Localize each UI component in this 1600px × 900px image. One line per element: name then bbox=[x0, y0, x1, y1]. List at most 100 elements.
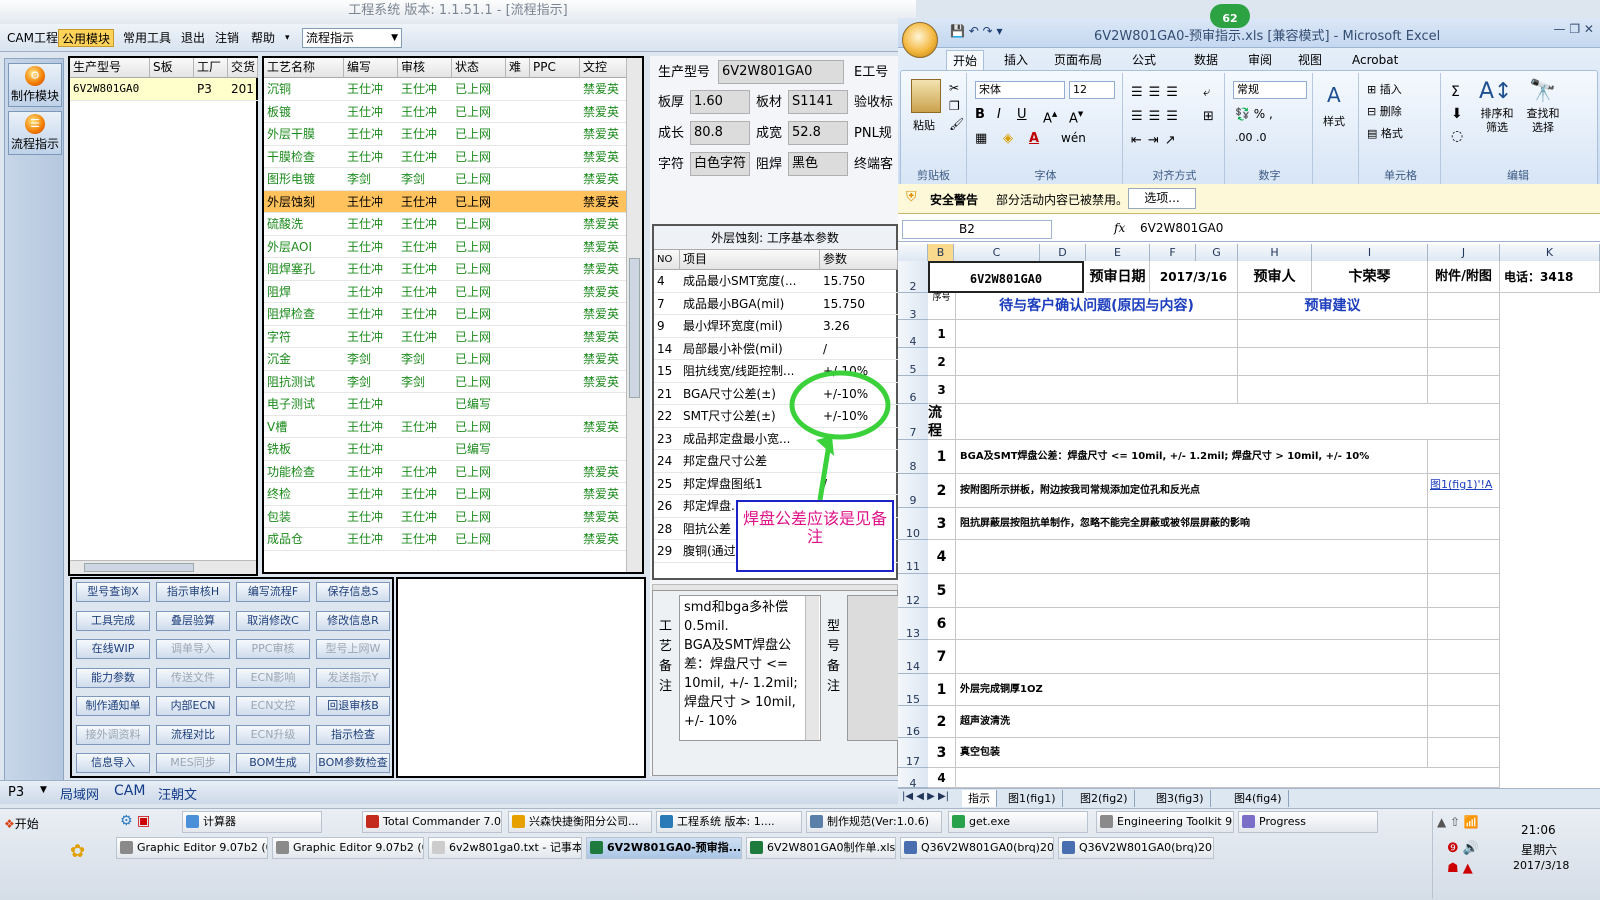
col-factory[interactable]: 工厂 bbox=[194, 58, 228, 78]
process-row[interactable]: V槽 王仕冲 王仕冲 已上网 禁爱英 bbox=[264, 416, 628, 438]
cell-number[interactable]: 4 bbox=[928, 768, 956, 788]
param-row[interactable]: 7 成品最小BGA(mil) 15.750 bbox=[654, 293, 898, 315]
taskbar-item[interactable]: 6v2w801ga0.txt - 记事本 bbox=[428, 837, 582, 859]
taskbar-item[interactable]: 兴森快捷衡阳分公司... bbox=[508, 811, 652, 833]
cell-number[interactable]: 4 bbox=[928, 540, 956, 574]
process-row[interactable]: 铣板 王仕冲 已编写 bbox=[264, 438, 628, 461]
styles-label[interactable]: 样式 bbox=[1323, 113, 1345, 129]
cell-number[interactable]: 2 bbox=[928, 706, 956, 738]
cell-empty[interactable] bbox=[1428, 348, 1500, 376]
number-format-select[interactable]: 常规 bbox=[1233, 81, 1307, 99]
row-header[interactable]: 14 bbox=[898, 640, 928, 674]
tray-icons-2[interactable]: ❾ 🔊 bbox=[1447, 841, 1479, 856]
param-row[interactable]: 4 成品最小SMT宽度(... 15.750 bbox=[654, 270, 898, 293]
ribbon-tab[interactable]: 审阅 bbox=[1242, 50, 1278, 70]
cell-advice[interactable] bbox=[1238, 320, 1428, 348]
column-header[interactable]: B bbox=[928, 244, 954, 261]
action-button[interactable]: 工具完成 bbox=[76, 610, 150, 631]
alignment-icons[interactable]: ☰☰☰ ☰☰☰ ⇤⇥↗ bbox=[1131, 81, 1184, 153]
process-row[interactable]: 阻焊塞孔 王仕冲 王仕冲 已上网 禁爱英 bbox=[264, 258, 628, 281]
wid-field[interactable]: 52.8 bbox=[788, 121, 848, 145]
cell-issue[interactable] bbox=[956, 348, 1238, 376]
column-header[interactable]: J bbox=[1428, 244, 1500, 261]
process-row[interactable]: 外层干膜 王仕冲 王仕冲 已上网 禁爱英 bbox=[264, 123, 628, 146]
underline-icon[interactable]: U bbox=[1017, 107, 1027, 122]
status-site[interactable]: P3 bbox=[8, 785, 24, 800]
taskbar-item[interactable]: Graphic Editor 9.07b2 (0... bbox=[272, 837, 424, 859]
cell-link[interactable] bbox=[1428, 508, 1500, 540]
row-header[interactable]: 17 bbox=[898, 738, 928, 768]
row-header[interactable]: 13 bbox=[898, 608, 928, 640]
fill-color-icon[interactable]: ◈ bbox=[1003, 131, 1013, 146]
cell-attach[interactable]: 附件/附图 bbox=[1428, 261, 1500, 293]
cell-flow-label[interactable]: 流程 bbox=[928, 404, 956, 440]
format-cells-button[interactable]: ▤ 格式 bbox=[1367, 125, 1403, 141]
process-row[interactable]: 外层蚀刻 王仕冲 王仕冲 已上网 禁爱英 bbox=[264, 190, 628, 213]
menu-public-module[interactable]: 公用模块 bbox=[58, 29, 115, 47]
job-row[interactable]: 6V2W801GA0 P3 201 bbox=[70, 78, 258, 101]
ribbon-tab[interactable]: 开始 bbox=[946, 50, 985, 70]
action-button[interactable]: 指示检查 bbox=[316, 724, 390, 745]
action-button[interactable]: 修改信息R bbox=[316, 610, 390, 631]
font-color-icon[interactable]: A bbox=[1029, 131, 1039, 146]
taskbar-item[interactable]: 工程系统 版本: 1.... bbox=[656, 811, 802, 833]
action-button[interactable]: 发送指示Y bbox=[316, 667, 390, 688]
ribbon-tab[interactable]: 数据 bbox=[1188, 50, 1224, 70]
action-button[interactable]: 取消修改C bbox=[236, 610, 310, 631]
cell-link[interactable]: 图1(fig1)'!A bbox=[1428, 474, 1500, 508]
action-button[interactable]: ECN影响 bbox=[236, 667, 310, 688]
action-button[interactable]: 型号查询X bbox=[76, 582, 150, 602]
cell-extra[interactable]: 超声波清洗 bbox=[956, 706, 1428, 738]
col-delivery[interactable]: 交货 bbox=[228, 58, 258, 78]
row-header[interactable]: 15 bbox=[898, 674, 928, 706]
taskbar-item[interactable]: 计算器 bbox=[182, 811, 322, 833]
cell-number[interactable]: 1 bbox=[928, 320, 956, 348]
row-header[interactable]: 10 bbox=[898, 508, 928, 540]
column-header[interactable]: D bbox=[1040, 244, 1086, 261]
row-header[interactable]: 3 bbox=[898, 293, 928, 321]
cell-number[interactable]: 3 bbox=[928, 508, 956, 540]
grow-font-icon[interactable]: A▴ bbox=[1043, 107, 1057, 126]
action-button[interactable]: 制作通知单 bbox=[76, 696, 150, 716]
mask-field[interactable]: 黑色 bbox=[788, 152, 848, 176]
cell-note[interactable] bbox=[956, 574, 1428, 608]
taskbar-item[interactable]: Progress bbox=[1238, 811, 1378, 833]
row-header[interactable]: 11 bbox=[898, 540, 928, 574]
job-hscrollbar[interactable] bbox=[70, 560, 256, 574]
action-button[interactable]: 内部ECN bbox=[156, 696, 230, 716]
cell-date[interactable]: 2017/3/16 bbox=[1150, 261, 1238, 293]
cell-model[interactable]: 6V2W801GA0 bbox=[928, 261, 1084, 293]
font-name-select[interactable]: 宋体 bbox=[975, 81, 1065, 99]
cell-empty[interactable] bbox=[956, 404, 1500, 440]
thick-field[interactable]: 1.60 bbox=[690, 90, 750, 114]
col-writer[interactable]: 编写 bbox=[344, 58, 398, 78]
taskbar-item[interactable]: get.exe bbox=[948, 811, 1088, 833]
delete-cells-button[interactable]: ⊟ 删除 bbox=[1367, 103, 1402, 119]
cell-advice[interactable] bbox=[1238, 376, 1428, 404]
cell-note[interactable]: BGA及SMT焊盘公差：焊盘尺寸 <= 10mil, +/- 1.2mil; 焊… bbox=[956, 440, 1428, 474]
cell-link[interactable] bbox=[1428, 608, 1500, 640]
process-row[interactable]: 板镀 王仕冲 王仕冲 已上网 禁爱英 bbox=[264, 101, 628, 123]
paste-label[interactable]: 粘贴 bbox=[913, 117, 935, 133]
material-field[interactable]: S1141 bbox=[788, 90, 848, 114]
taskbar-item[interactable]: Engineering Toolkit 9.... bbox=[1096, 811, 1234, 833]
ribbon-tab[interactable]: Acrobat bbox=[1346, 50, 1404, 70]
cell-link[interactable] bbox=[1428, 574, 1500, 608]
status-dropdown-icon[interactable]: ▼ bbox=[40, 785, 47, 795]
cell-seq-header[interactable]: 序号 bbox=[928, 293, 956, 320]
cell-note[interactable]: 阻抗屏蔽层按阻抗单制作，忽略不能完全屏蔽或被邻层屏蔽的影响 bbox=[956, 508, 1428, 540]
process-row[interactable]: 图形电镀 李剑 李剑 已上网 禁爱英 bbox=[264, 168, 628, 191]
taskbar-item[interactable]: 6V2W801GA0-预审指... bbox=[586, 837, 742, 859]
cell-number[interactable]: 6 bbox=[928, 608, 956, 640]
cell-link[interactable] bbox=[1428, 540, 1500, 574]
cell-number[interactable]: 2 bbox=[928, 348, 956, 376]
start-button[interactable]: ❖开始 bbox=[4, 813, 50, 835]
process-row[interactable]: 包装 王仕冲 王仕冲 已上网 禁爱英 bbox=[264, 506, 628, 528]
cell-note[interactable] bbox=[956, 608, 1428, 640]
formula-input[interactable]: 6V2W801GA0 bbox=[1134, 220, 1594, 239]
row-header[interactable]: 5 bbox=[898, 348, 928, 376]
quicklaunch-icons[interactable]: ⚙ ▣ bbox=[120, 813, 150, 829]
cell-number[interactable]: 1 bbox=[928, 674, 956, 706]
cell-issue[interactable] bbox=[956, 320, 1238, 348]
column-header[interactable]: G bbox=[1196, 244, 1238, 261]
